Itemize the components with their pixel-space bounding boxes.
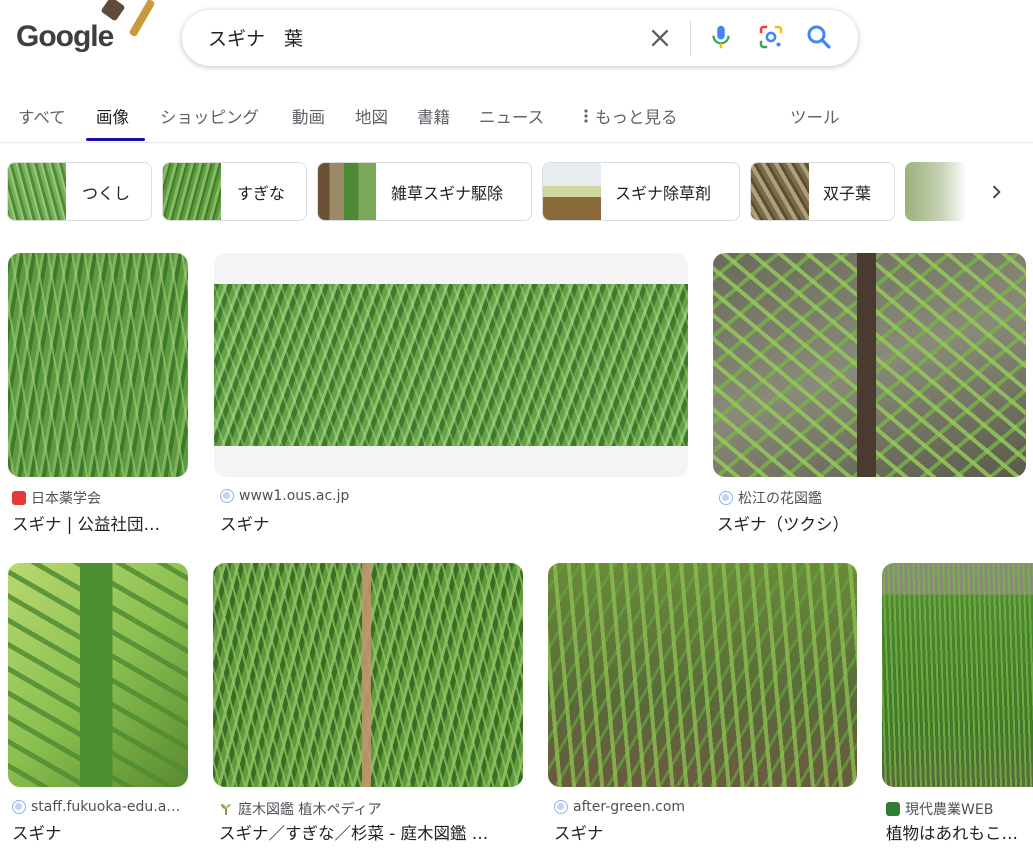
result-thumbnail[interactable]: [8, 253, 188, 477]
image-result[interactable]: 松江の花図鑑 スギナ（ツクシ）: [713, 253, 1026, 535]
result-source[interactable]: after-green.com: [554, 799, 685, 815]
camera-lens-icon: [759, 25, 783, 49]
tools-button[interactable]: ツール: [790, 104, 840, 128]
active-tab-indicator: [86, 138, 145, 141]
google-logo[interactable]: Google: [16, 0, 166, 60]
result-title[interactable]: スギナ: [12, 820, 184, 844]
result-title[interactable]: 植物はあれもこれ…: [886, 820, 1033, 844]
doodle-decoration: [100, 0, 126, 22]
chips-next-button[interactable]: [976, 172, 1016, 212]
source-name: after-green.com: [573, 799, 686, 815]
source-name: 松江の花図鑑: [738, 491, 822, 507]
logo-text: Google: [16, 20, 114, 53]
result-thumbnail[interactable]: [8, 563, 188, 787]
chip-herbicide[interactable]: スギナ除草剤: [542, 162, 740, 221]
search-submit-button[interactable]: [804, 22, 834, 52]
tab-images[interactable]: 画像: [96, 104, 129, 128]
tab-all[interactable]: すべて: [18, 104, 66, 128]
image-result[interactable]: 現代農業WEB 植物はあれもこれ…: [882, 563, 1033, 853]
image-result[interactable]: 日本薬学会 スギナ | 公益社団…: [8, 253, 188, 535]
mic-icon: [712, 25, 730, 49]
result-title[interactable]: スギナ／すぎな／杉菜 - 庭木図鑑 …: [219, 820, 519, 844]
result-title[interactable]: スギナ: [220, 511, 680, 535]
globe-icon: [12, 800, 26, 814]
search-tabs: すべて 画像 ショッピング 動画 地図 書籍 ニュース もっと見る ツール: [0, 96, 1033, 142]
tabs-divider: [0, 142, 1033, 143]
tab-maps[interactable]: 地図: [355, 104, 388, 128]
chip-thumbnail: [318, 163, 376, 220]
chip-thumbnail: [163, 163, 221, 220]
chip-dicot[interactable]: 双子葉: [750, 162, 895, 221]
chip-thumbnail: [8, 163, 66, 220]
result-thumbnail[interactable]: [882, 563, 1033, 787]
chip-overflow-preview: [905, 162, 967, 221]
result-thumbnail[interactable]: [213, 563, 523, 787]
chip-label: スギナ除草剤: [615, 184, 712, 203]
result-source[interactable]: staff.fukuoka-edu.a…: [12, 799, 180, 815]
image-result[interactable]: staff.fukuoka-edu.a… スギナ: [8, 563, 188, 853]
more-vert-icon: [584, 109, 588, 123]
source-name: staff.fukuoka-edu.a…: [31, 799, 181, 815]
source-name: 日本薬学会: [31, 491, 101, 507]
tab-videos[interactable]: 動画: [292, 104, 325, 128]
chevron-right-icon: [992, 185, 1001, 199]
search-box[interactable]: スギナ 葉: [182, 10, 858, 66]
result-source[interactable]: 日本薬学会: [12, 488, 101, 508]
image-result[interactable]: www1.ous.ac.jp スギナ: [214, 253, 688, 535]
globe-icon: [220, 489, 234, 503]
chip-label: つくし: [82, 184, 131, 203]
result-thumbnail[interactable]: [713, 253, 1026, 477]
tab-news[interactable]: ニュース: [479, 104, 544, 128]
chip-weed-removal[interactable]: 雑草スギナ駆除: [317, 162, 532, 221]
result-title[interactable]: スギナ: [554, 820, 854, 844]
chip-label: 双子葉: [823, 184, 872, 203]
close-icon: [651, 29, 669, 47]
result-source[interactable]: www1.ous.ac.jp: [220, 488, 349, 504]
chip-label: すぎな: [237, 184, 286, 203]
result-source[interactable]: 現代農業WEB: [886, 799, 993, 819]
source-name: 現代農業WEB: [905, 802, 994, 818]
chip-label: 雑草スギナ駆除: [391, 184, 504, 203]
result-source[interactable]: 松江の花図鑑: [719, 488, 822, 508]
globe-icon: [719, 491, 733, 505]
search-input[interactable]: スギナ 葉: [208, 24, 303, 51]
result-thumbnail-frame[interactable]: [214, 253, 688, 477]
globe-icon: [554, 800, 568, 814]
sprout-icon: [221, 804, 231, 815]
favicon-icon: [12, 491, 26, 505]
result-thumbnail[interactable]: [548, 563, 857, 787]
tab-more-label: もっと見る: [595, 108, 678, 127]
result-source[interactable]: 庭木図鑑 植木ペディア: [219, 799, 381, 819]
result-title[interactable]: スギナ | 公益社団…: [12, 511, 184, 535]
search-divider: [690, 20, 691, 56]
result-thumbnail: [214, 284, 688, 446]
source-name: 庭木図鑑 植木ペディア: [238, 802, 382, 818]
chip-thumbnail: [751, 163, 809, 220]
voice-search-button[interactable]: [706, 22, 736, 52]
tab-books[interactable]: 書籍: [417, 104, 450, 128]
image-result[interactable]: after-green.com スギナ: [548, 563, 857, 853]
image-result[interactable]: 庭木図鑑 植木ペディア スギナ／すぎな／杉菜 - 庭木図鑑 …: [213, 563, 523, 853]
chip-thumbnail: [543, 163, 601, 220]
favicon-icon: [886, 802, 900, 816]
result-title[interactable]: スギナ（ツクシ）: [717, 511, 1017, 535]
chip-sugina[interactable]: すぎな: [162, 162, 307, 221]
tab-shopping[interactable]: ショッピング: [160, 104, 259, 128]
tab-more[interactable]: もっと見る: [583, 104, 678, 128]
source-name: www1.ous.ac.jp: [239, 488, 350, 504]
clear-button[interactable]: [646, 24, 674, 52]
lens-search-button[interactable]: [756, 22, 786, 52]
chip-tsukushi[interactable]: つくし: [7, 162, 152, 221]
search-icon: [807, 25, 831, 49]
doodle-brush: [128, 0, 156, 38]
